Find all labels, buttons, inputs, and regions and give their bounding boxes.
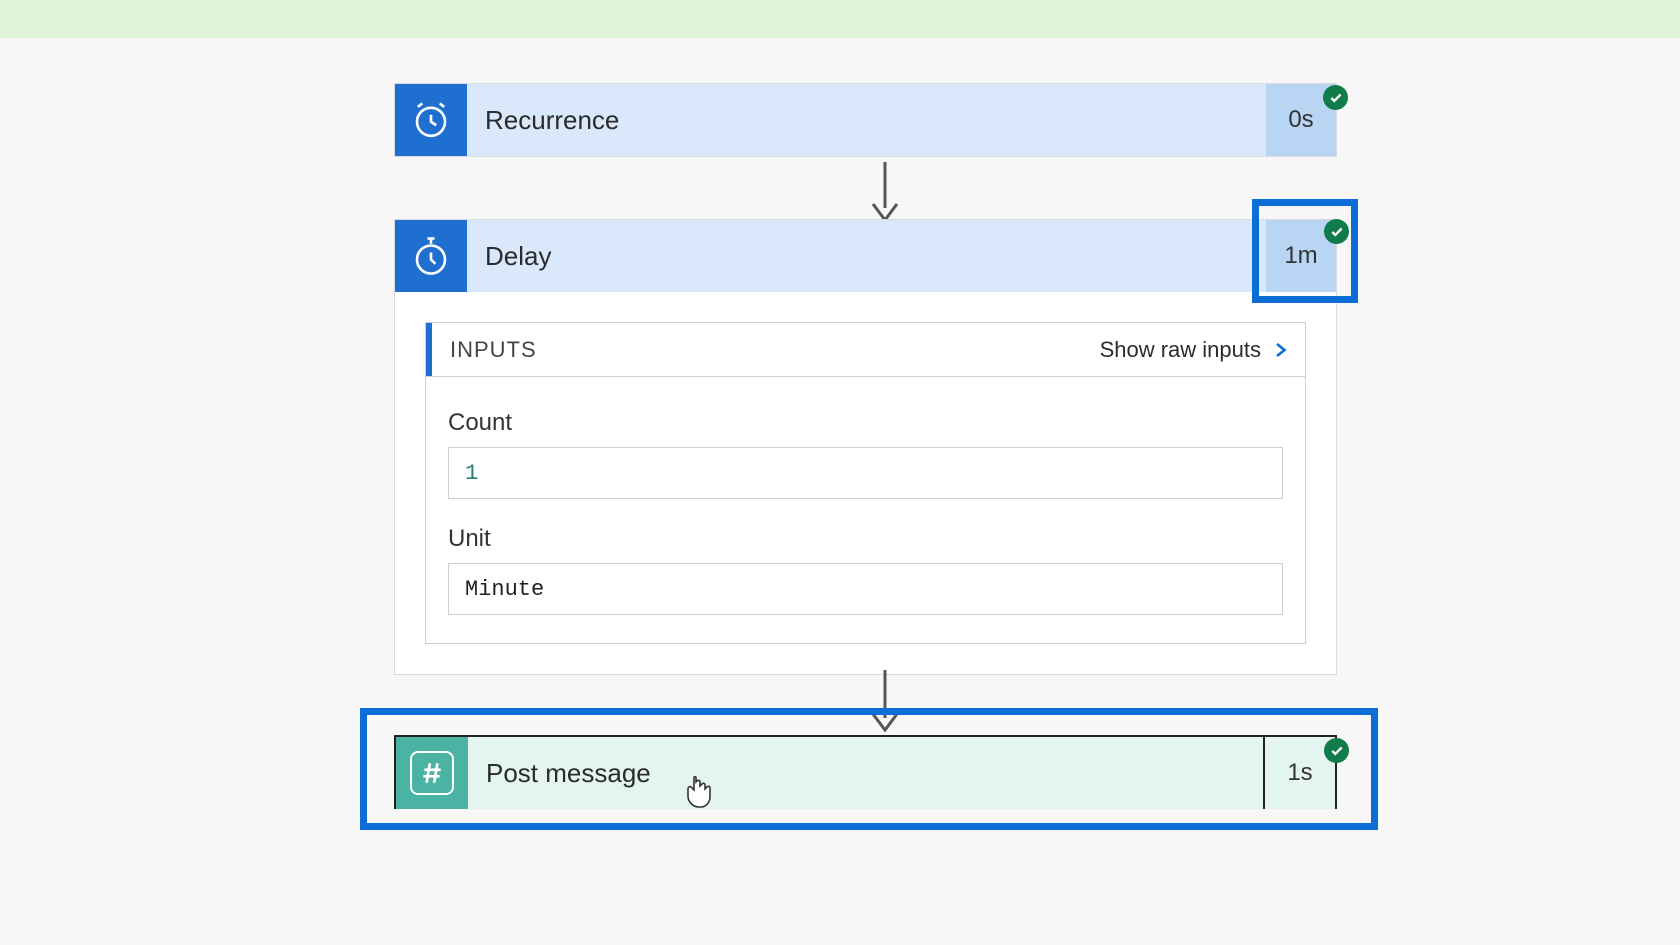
count-value: 1	[448, 447, 1283, 499]
show-raw-inputs-label: Show raw inputs	[1100, 337, 1261, 363]
hash-icon	[410, 751, 454, 795]
cursor-pointer-icon	[684, 776, 712, 810]
step-post-message[interactable]: Post message 1s	[394, 735, 1337, 809]
stopwatch-icon	[395, 220, 467, 292]
step-header[interactable]: Recurrence 0s	[395, 84, 1336, 156]
step-title: Delay	[467, 220, 1266, 292]
step-body: INPUTS Show raw inputs Count 1 Unit Minu…	[395, 292, 1336, 674]
top-banner	[0, 0, 1680, 38]
step-header[interactable]: Post message 1s	[396, 737, 1335, 809]
chevron-right-icon	[1271, 338, 1289, 362]
status-success-icon	[1324, 219, 1349, 244]
step-header[interactable]: Delay 1m	[395, 220, 1336, 292]
show-raw-inputs-link[interactable]: Show raw inputs	[1100, 337, 1305, 363]
step-title: Post message	[468, 737, 1265, 809]
step-recurrence[interactable]: Recurrence 0s	[394, 83, 1337, 157]
step-title: Recurrence	[467, 84, 1266, 156]
inputs-header: INPUTS Show raw inputs	[426, 323, 1305, 377]
inputs-title: INPUTS	[426, 323, 537, 376]
unit-label: Unit	[448, 525, 1283, 553]
workflow-canvas: Recurrence 0s Delay 1m	[0, 38, 1680, 945]
unit-value: Minute	[448, 563, 1283, 615]
flow-arrow-icon	[865, 670, 905, 734]
status-success-icon	[1323, 85, 1348, 110]
flow-arrow-icon	[865, 160, 905, 224]
alarm-clock-icon	[395, 84, 467, 156]
inputs-content: Count 1 Unit Minute	[426, 377, 1305, 643]
count-label: Count	[448, 409, 1283, 437]
status-success-icon	[1324, 738, 1349, 763]
step-delay[interactable]: Delay 1m INPUTS Show raw inputs Count 1 …	[394, 219, 1337, 675]
inputs-panel: INPUTS Show raw inputs Count 1 Unit Minu…	[425, 322, 1306, 644]
